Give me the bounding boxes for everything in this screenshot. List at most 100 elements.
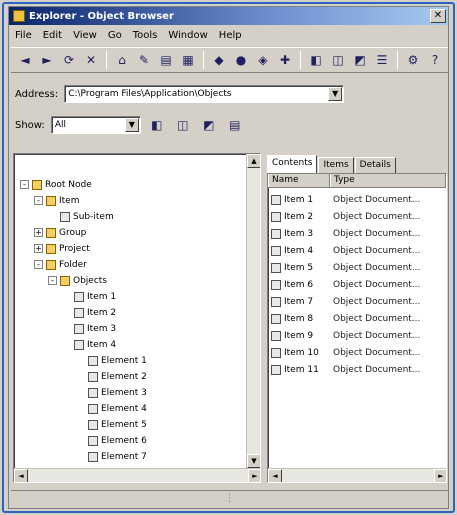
tree-scroll-right-icon[interactable]: ► — [248, 469, 260, 482]
list-item-name-cell: Item 11 — [271, 364, 333, 375]
tree-node[interactable]: Item 4 — [62, 338, 116, 351]
list-item-name-cell: Item 8 — [271, 313, 333, 324]
tree-node[interactable]: - Item — [34, 194, 80, 207]
menu-item-3[interactable]: Go — [106, 30, 124, 41]
stop-icon[interactable]: ✕ — [81, 50, 101, 70]
expand-icon[interactable]: + — [34, 244, 43, 253]
close-button[interactable]: ✕ — [430, 9, 446, 23]
list-item[interactable]: Item 2 Object Document... — [271, 209, 443, 224]
filter-dropdown-icon[interactable]: ▼ — [124, 118, 139, 132]
menu-item-0[interactable]: File — [13, 30, 34, 41]
filter-field[interactable]: All ▼ — [50, 116, 141, 134]
settings-icon[interactable]: ⚙ — [403, 50, 423, 70]
list-item[interactable]: Item 1 Object Document... — [271, 192, 443, 207]
list-item-name-cell: Item 9 — [271, 330, 333, 341]
tab-2[interactable]: Details — [354, 157, 396, 173]
menu-item-2[interactable]: View — [71, 30, 99, 41]
tree-node[interactable]: Item 3 — [62, 322, 116, 335]
list-item-type: Object Document... — [333, 245, 421, 256]
toolbar-separator — [106, 51, 107, 69]
tree-node[interactable]: Element 1 — [76, 354, 147, 367]
tree-node[interactable]: Element 7 — [76, 450, 147, 463]
tree-node[interactable]: Item 1 — [62, 290, 116, 303]
tree-node[interactable]: - Folder — [34, 258, 87, 271]
list-item[interactable]: Item 10 Object Document... — [271, 345, 443, 360]
tree-scroll-down-icon[interactable]: ▼ — [247, 454, 260, 468]
menu-item-4[interactable]: Tools — [131, 30, 160, 41]
filter-tool-icon-4[interactable]: ▤ — [225, 115, 245, 135]
title-bar[interactable]: Explorer - Object Browser ✕ — [9, 7, 448, 25]
tree-node[interactable]: Element 5 — [76, 418, 147, 431]
filter-tool-icon-1[interactable]: ◧ — [147, 115, 167, 135]
filter-tool-icon-2[interactable]: ◫ — [173, 115, 193, 135]
list-item-type: Object Document... — [333, 279, 421, 290]
tree-node[interactable]: Element 4 — [76, 402, 147, 415]
tree-node[interactable]: + Group — [34, 226, 86, 239]
tab-0[interactable]: Contents — [267, 155, 318, 173]
record-icon[interactable]: ● — [231, 50, 251, 70]
home-icon[interactable]: ⌂ — [112, 50, 132, 70]
tree-node-label: Element 2 — [101, 371, 147, 382]
menu-item-6[interactable]: Help — [217, 30, 244, 41]
add-icon[interactable]: ✚ — [275, 50, 295, 70]
tab-1[interactable]: Items — [318, 157, 354, 173]
collapse-icon[interactable]: - — [20, 180, 29, 189]
list-item[interactable]: Item 6 Object Document... — [271, 277, 443, 292]
list-icon[interactable]: ▤ — [156, 50, 176, 70]
list-item[interactable]: Item 3 Object Document... — [271, 226, 443, 241]
back-icon[interactable]: ◄ — [15, 50, 35, 70]
expand-icon[interactable]: + — [34, 228, 43, 237]
forward-icon[interactable]: ► — [37, 50, 57, 70]
address-dropdown-icon[interactable]: ▼ — [328, 87, 343, 101]
tree-node[interactable]: - Root Node — [20, 178, 92, 191]
menu-item-1[interactable]: Edit — [41, 30, 64, 41]
column-header-0[interactable]: Name — [268, 174, 330, 187]
list-scroll-right-icon[interactable]: ► — [434, 469, 446, 482]
list-pane[interactable]: Name Type Item 1 Object Document... Item 2 O… — [267, 173, 447, 483]
list-item[interactable]: Item 9 Object Document... — [271, 328, 443, 343]
panel-left-icon[interactable]: ◧ — [306, 50, 326, 70]
list-item[interactable]: Item 4 Object Document... — [271, 243, 443, 258]
document-icon — [271, 296, 281, 307]
address-row: Address: C:\Program Files\Application\Ob… — [15, 85, 345, 103]
list-scroll-left-icon[interactable]: ◄ — [268, 469, 282, 482]
menu-item-5[interactable]: Window — [166, 30, 209, 41]
tree-pane[interactable]: - Root Node - Item Sub-item + Group + Project - Fo… — [13, 153, 261, 483]
tree-node[interactable]: Item 2 — [62, 306, 116, 319]
pane-splitter[interactable] — [262, 153, 266, 483]
tree-node[interactable]: Element 2 — [76, 370, 147, 383]
list-item-type: Object Document... — [333, 330, 421, 341]
address-field[interactable]: C:\Program Files\Application\Objects ▼ — [64, 85, 345, 103]
list-item[interactable]: Item 8 Object Document... — [271, 311, 443, 326]
help-icon[interactable]: ? — [425, 50, 445, 70]
column-header-1[interactable]: Type — [330, 174, 446, 187]
tree-node[interactable]: Sub-item — [48, 210, 114, 223]
menu-icon[interactable]: ☰ — [372, 50, 392, 70]
tree-scroll-up-icon[interactable]: ▲ — [247, 154, 260, 168]
panel-right-icon[interactable]: ◫ — [328, 50, 348, 70]
filter-tool-icon-3[interactable]: ◩ — [199, 115, 219, 135]
tree-scroll-left-icon[interactable]: ◄ — [14, 469, 28, 482]
filter-row: Show: All ▼ ◧ ◫ ◩ ▤ — [15, 115, 245, 135]
collapse-icon[interactable]: - — [34, 196, 43, 205]
gem-icon[interactable]: ◈ — [253, 50, 273, 70]
list-item[interactable]: Item 7 Object Document... — [271, 294, 443, 309]
grid-icon[interactable]: ▦ — [178, 50, 198, 70]
tree-horizontal-scrollbar[interactable]: ◄ ► — [14, 468, 260, 482]
list-item[interactable]: Item 5 Object Document... — [271, 260, 443, 275]
tree-node[interactable]: Element 6 — [76, 434, 147, 447]
diamond-icon[interactable]: ◆ — [209, 50, 229, 70]
tree-node[interactable]: + Project — [34, 242, 90, 255]
edit-icon[interactable]: ✎ — [134, 50, 154, 70]
toolbar-separator — [397, 51, 398, 69]
document-icon — [271, 194, 281, 205]
panel-split-icon[interactable]: ◩ — [350, 50, 370, 70]
tree-node[interactable]: - Objects — [48, 274, 107, 287]
collapse-icon[interactable]: - — [48, 276, 57, 285]
tree-vertical-scrollbar[interactable]: ▲ ▼ — [246, 154, 260, 468]
refresh-icon[interactable]: ⟳ — [59, 50, 79, 70]
collapse-icon[interactable]: - — [34, 260, 43, 269]
list-horizontal-scrollbar[interactable]: ◄ ► — [268, 468, 446, 482]
list-item[interactable]: Item 11 Object Document... — [271, 362, 443, 377]
tree-node[interactable]: Element 3 — [76, 386, 147, 399]
